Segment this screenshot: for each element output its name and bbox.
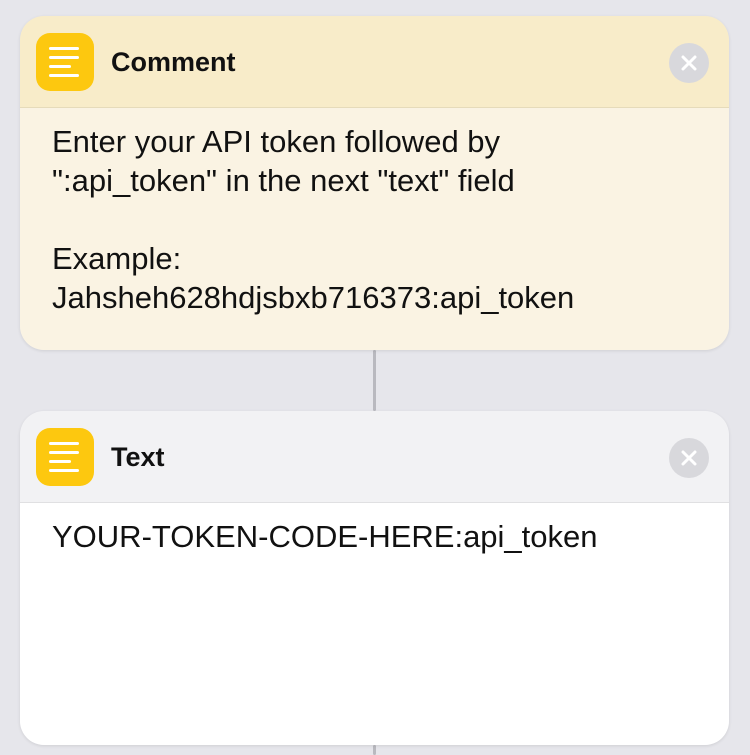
text-card-header[interactable]: Text — [20, 411, 729, 503]
connector-line-bottom — [373, 745, 376, 755]
comment-line: Enter your API token followed by — [52, 124, 501, 159]
text-lines-icon — [36, 428, 94, 486]
comment-text-field[interactable]: Enter your API token followed by ":api_t… — [20, 108, 729, 350]
connector-line — [373, 350, 376, 411]
comment-card-header[interactable]: Comment — [20, 16, 729, 108]
close-icon — [681, 450, 697, 466]
text-card-title: Text — [111, 442, 165, 472]
text-lines-icon — [36, 33, 94, 91]
comment-line — [52, 200, 697, 239]
text-action-card[interactable]: Text YOUR-TOKEN-CODE-HERE:api_token — [20, 411, 729, 745]
remove-action-button[interactable] — [669, 438, 709, 478]
text-input-field[interactable]: YOUR-TOKEN-CODE-HERE:api_token — [20, 503, 729, 745]
comment-line: Example: — [52, 241, 182, 276]
close-icon — [681, 55, 697, 71]
text-field-value: YOUR-TOKEN-CODE-HERE:api_token — [52, 519, 598, 554]
comment-action-card[interactable]: Comment Enter your API token followed by… — [20, 16, 729, 350]
remove-action-button[interactable] — [669, 43, 709, 83]
comment-line: ":api_token" in the next "text" field — [52, 163, 515, 198]
comment-line: Jahsheh628hdjsbxb716373:api_token — [52, 280, 575, 315]
comment-card-title: Comment — [111, 47, 236, 77]
